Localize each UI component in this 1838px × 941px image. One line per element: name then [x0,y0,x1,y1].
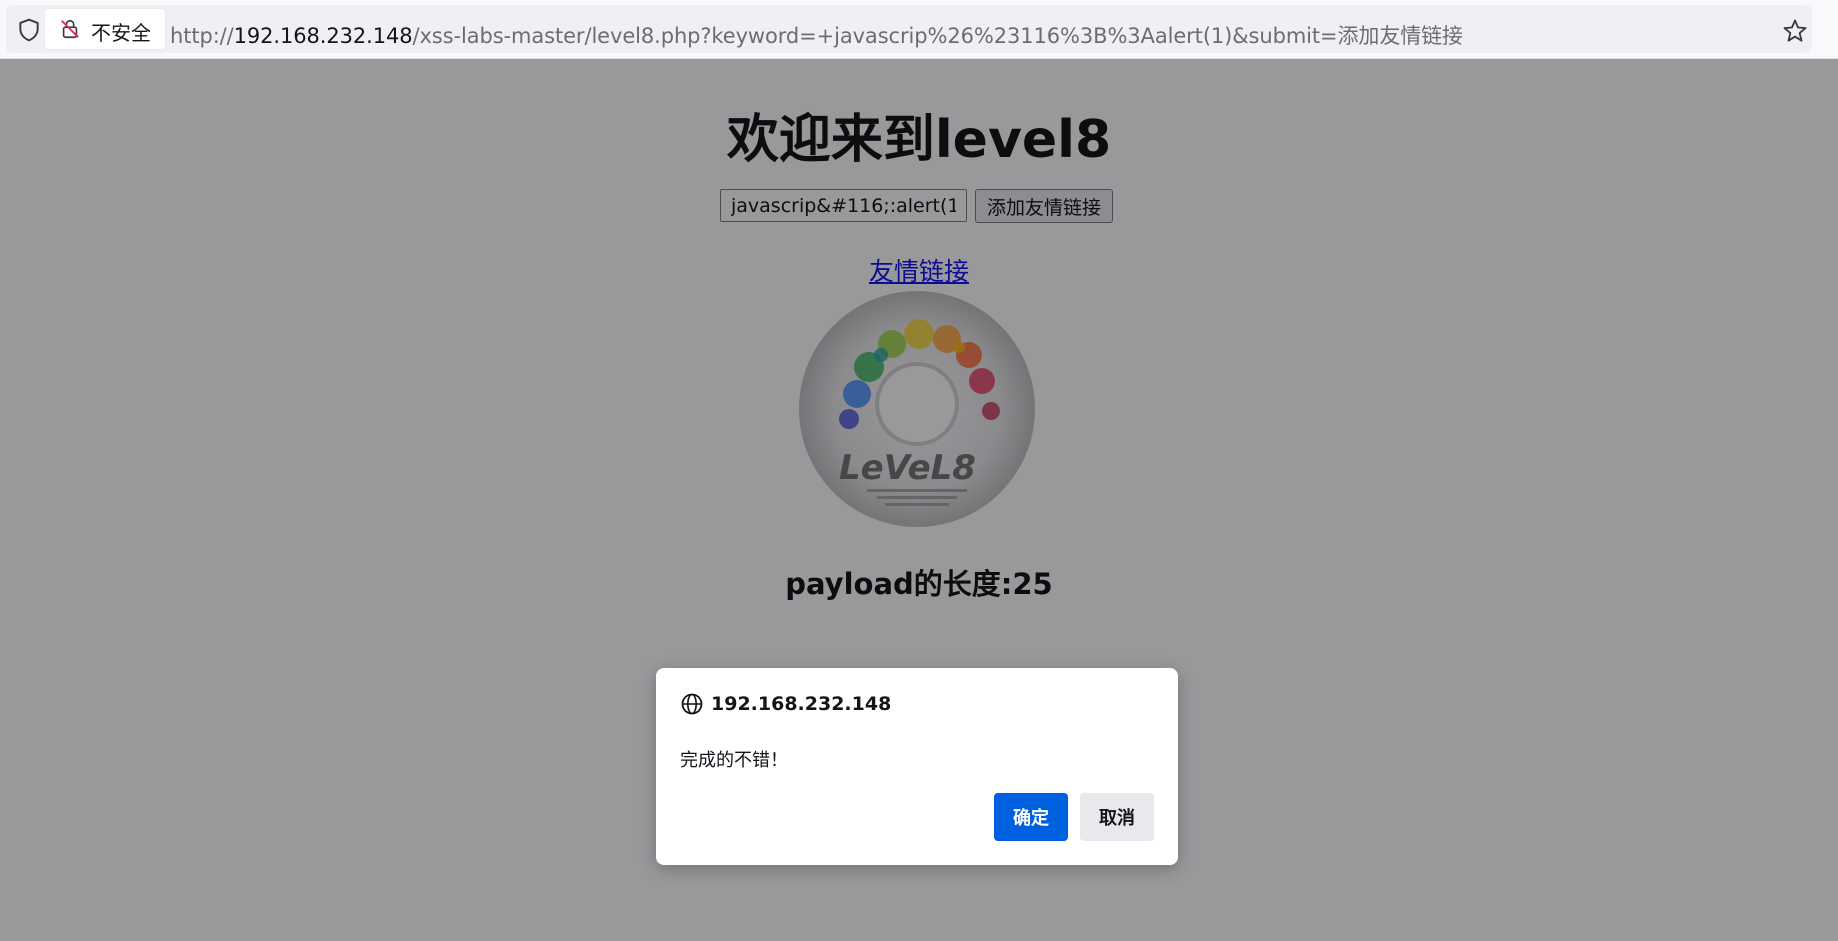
ok-button[interactable]: 确定 [994,793,1068,841]
insecure-lock-icon [61,19,79,39]
dialog-origin: 192.168.232.148 [711,693,892,715]
address-bar[interactable]: 不安全 http://192.168.232.148/xss-labs-mast… [6,5,1812,53]
browser-toolbar: 不安全 http://192.168.232.148/xss-labs-mast… [0,0,1838,59]
url-path: /xss-labs-master/level8.php?keyword=+jav… [412,24,1464,48]
tracking-protection-shield-icon[interactable] [16,17,42,43]
url-text[interactable]: http://192.168.232.148/xss-labs-master/l… [170,20,1463,50]
url-host: 192.168.232.148 [233,24,413,48]
url-scheme: http:// [170,24,234,48]
security-label: 不安全 [91,21,151,45]
cancel-button[interactable]: 取消 [1080,793,1154,841]
bookmark-star-icon[interactable] [1781,17,1809,45]
dialog-message: 完成的不错！ [680,750,788,771]
site-security-badge[interactable]: 不安全 [45,9,165,49]
globe-icon [681,693,703,715]
alert-dialog: 192.168.232.148 完成的不错！ 确定 取消 [656,668,1178,865]
